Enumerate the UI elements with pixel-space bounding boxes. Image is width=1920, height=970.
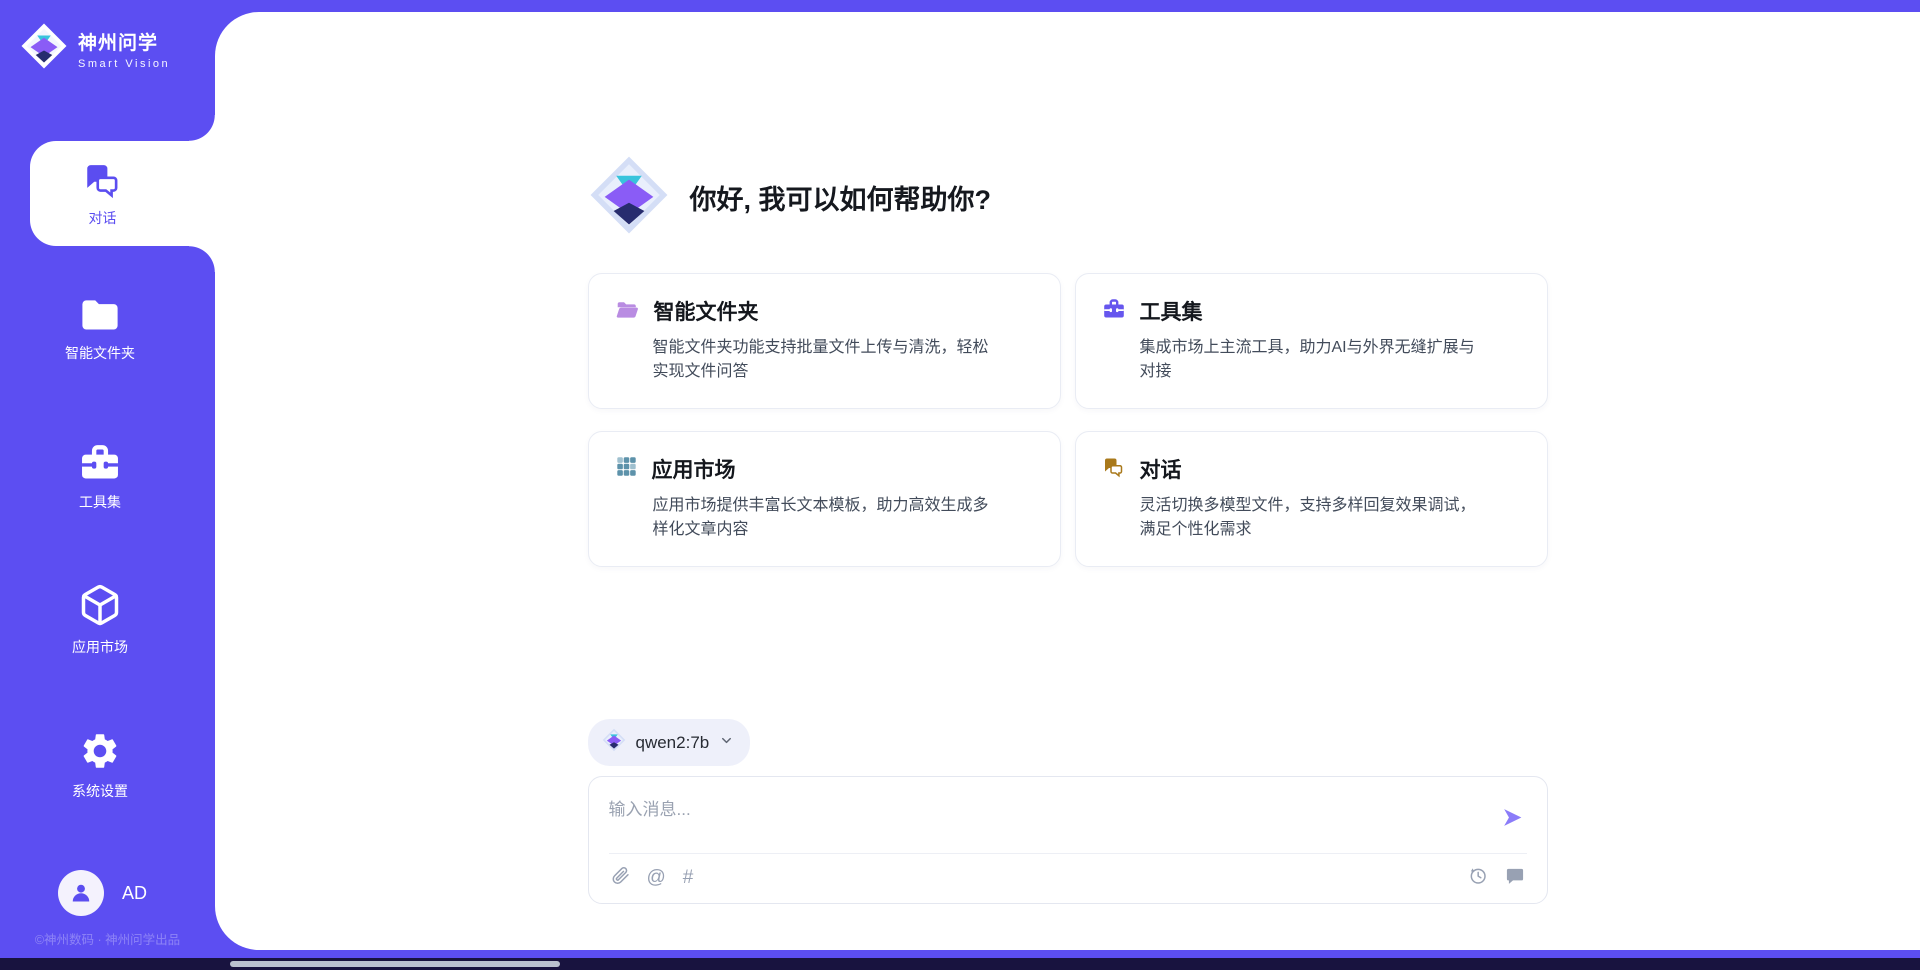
sidebar-item-label: 智能文件夹: [0, 343, 200, 363]
brand-subtitle: Smart Vision: [78, 58, 170, 70]
message-composer: @ #: [588, 776, 1548, 904]
history-button[interactable]: [1468, 866, 1488, 889]
message-input[interactable]: [609, 791, 1498, 849]
sidebar-item-label: 系统设置: [0, 781, 200, 801]
card-title: 对话: [1140, 454, 1182, 484]
paperclip-icon: [611, 865, 630, 889]
card-description: 智能文件夹功能支持批量文件上传与清洗，轻松实现文件问答: [653, 336, 998, 384]
sidebar-footer: ©神州数码 · 神州问学出品: [0, 929, 215, 948]
folder-icon: [0, 296, 200, 334]
mention-button[interactable]: @: [647, 868, 666, 887]
gear-icon: [0, 730, 200, 772]
send-icon: [1500, 818, 1525, 833]
brand-logo-diamond-icon: [20, 22, 68, 75]
card-title: 工具集: [1140, 296, 1203, 326]
hero-logo-diamond-icon: [588, 154, 670, 241]
folder-open-icon: [615, 298, 640, 325]
card-title: 智能文件夹: [654, 296, 759, 326]
sidebar-item-label: 工具集: [0, 492, 200, 512]
toolbox-icon: [0, 441, 200, 483]
attach-file-button[interactable]: [611, 865, 630, 889]
chat-bubbles-icon: [82, 159, 124, 201]
main-content: 你好, 我可以如何帮助你? 智能文件夹 智能文件夹功能支持批量文件上传与清洗，轻…: [215, 12, 1920, 950]
brand-name: 神州问学: [78, 28, 170, 55]
send-button[interactable]: [1498, 803, 1527, 835]
card-description: 应用市场提供丰富长文本模板，助力高效生成多样化文章内容: [653, 494, 998, 542]
card-description: 集成市场上主流工具，助力AI与外界无缝扩展与对接: [1140, 336, 1485, 384]
sidebar-item-smart-folder[interactable]: 智能文件夹: [0, 296, 200, 363]
model-name: qwen2:7b: [636, 733, 710, 753]
user-name: AD: [122, 883, 147, 904]
card-smart-folder[interactable]: 智能文件夹 智能文件夹功能支持批量文件上传与清洗，轻松实现文件问答: [588, 273, 1061, 409]
at-icon: @: [647, 868, 666, 887]
toolbox-icon: [1102, 297, 1126, 325]
greeting-title: 你好, 我可以如何帮助你?: [690, 178, 992, 217]
sidebar-item-settings[interactable]: 系统设置: [0, 730, 200, 801]
brand: 神州问学 Smart Vision: [20, 22, 170, 75]
history-clock-icon: [1468, 866, 1488, 889]
user-account[interactable]: AD: [58, 870, 147, 916]
chat-bubble-icon: [1505, 866, 1525, 889]
cube-icon: [0, 582, 200, 628]
model-diamond-icon: [602, 728, 626, 757]
sidebar-item-app-market[interactable]: 应用市场: [0, 582, 200, 657]
avatar: [58, 870, 104, 916]
new-chat-button[interactable]: [1505, 866, 1525, 889]
grid-icon: [615, 455, 638, 483]
card-title: 应用市场: [652, 454, 736, 484]
chat-bubbles-icon: [1102, 455, 1126, 484]
hash-icon: #: [683, 868, 694, 887]
topic-button[interactable]: #: [683, 868, 694, 887]
card-app-market[interactable]: 应用市场 应用市场提供丰富长文本模板，助力高效生成多样化文章内容: [588, 431, 1061, 567]
scrollbar-thumb[interactable]: [230, 961, 560, 967]
card-description: 灵活切换多模型文件，支持多样回复效果调试，满足个性化需求: [1140, 494, 1485, 542]
feature-cards: 智能文件夹 智能文件夹功能支持批量文件上传与清洗，轻松实现文件问答: [588, 273, 1548, 567]
sidebar-item-chat[interactable]: 对话: [30, 141, 215, 246]
chevron-down-icon: [719, 733, 734, 753]
hero: 你好, 我可以如何帮助你?: [588, 154, 1548, 241]
sidebar-item-toolset[interactable]: 工具集: [0, 441, 200, 512]
sidebar-item-label: 应用市场: [0, 637, 200, 657]
model-selector[interactable]: qwen2:7b: [588, 719, 751, 766]
sidebar-item-label: 对话: [89, 208, 117, 228]
card-chat[interactable]: 对话 灵活切换多模型文件，支持多样回复效果调试，满足个性化需求: [1075, 431, 1548, 567]
sidebar: 神州问学 Smart Vision 对话 智能文件夹: [0, 0, 215, 970]
bottom-scrollbar-track: [0, 958, 1920, 970]
card-toolset[interactable]: 工具集 集成市场上主流工具，助力AI与外界无缝扩展与对接: [1075, 273, 1548, 409]
